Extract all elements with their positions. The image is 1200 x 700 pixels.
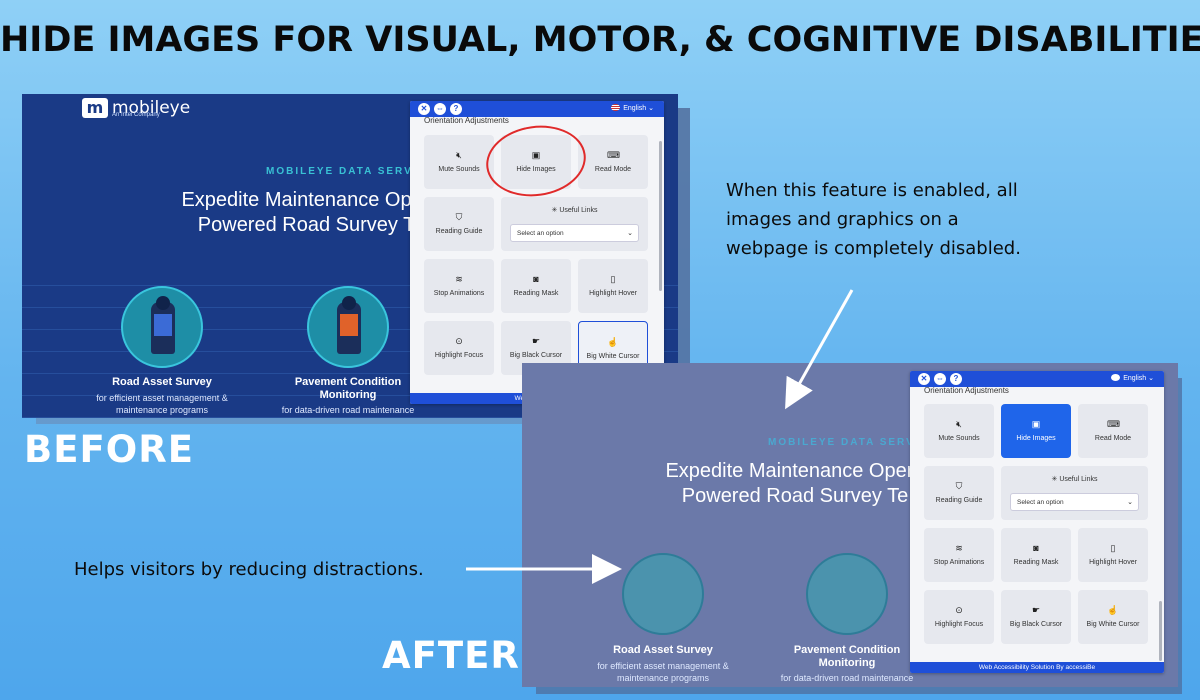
arrow-to-after-screenshot [785, 289, 854, 410]
arrows-overlay [466, 289, 854, 584]
